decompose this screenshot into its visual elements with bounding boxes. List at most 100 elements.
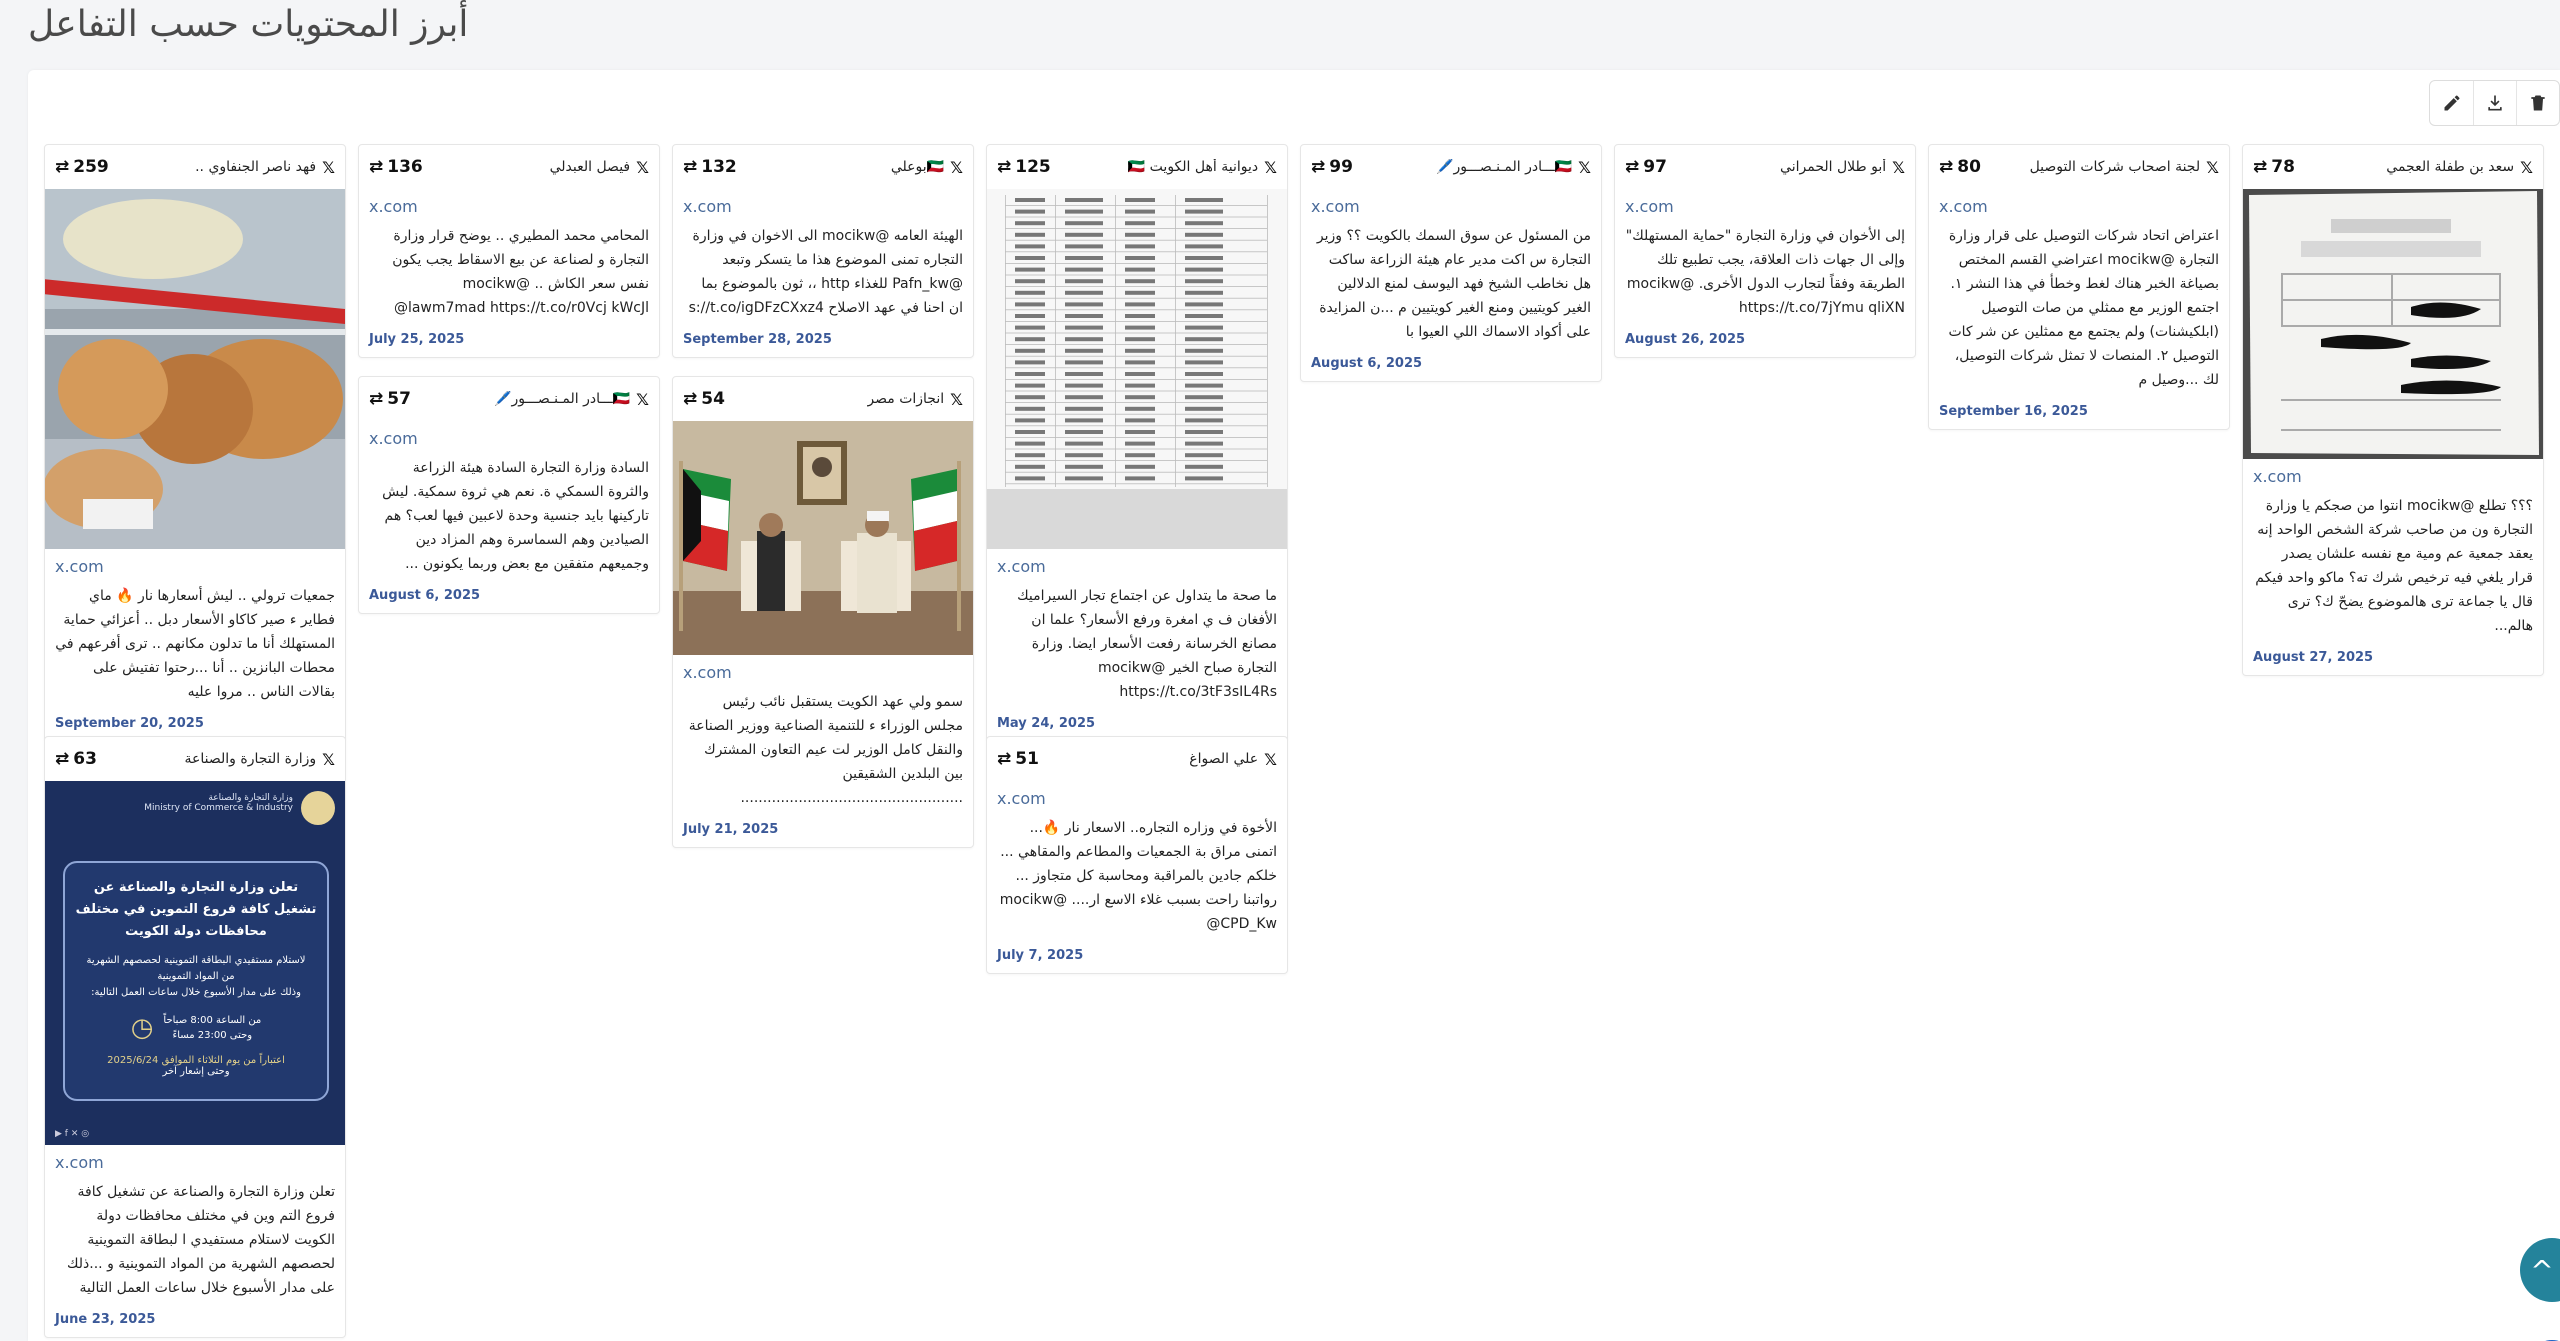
author-name[interactable]: وزارة التجارة والصناعة: [185, 751, 317, 767]
x-logo-icon: 𝕏: [636, 389, 649, 409]
retweet-count: 136: [387, 157, 423, 177]
author-name[interactable]: انجازات مصر: [867, 391, 944, 407]
x-logo-icon: 𝕏: [322, 157, 335, 177]
post-image-price-table[interactable]: [987, 189, 1287, 549]
content-panel: 𝕏 سعد بن طفلة العجمي ⇄ 78 x.com ؟؟؟ تطلع…: [28, 70, 2560, 1341]
post-image-document[interactable]: [2243, 189, 2543, 459]
post-card[interactable]: 𝕏 ديوانية أهل الكويت 🇰🇼 ⇄ 125 x.com ما صحة…: [986, 144, 1288, 742]
source-domain[interactable]: x.com: [1625, 197, 1905, 216]
source-domain[interactable]: x.com: [369, 429, 649, 448]
poster-header-en: Ministry of Commerce & Industry: [144, 803, 293, 813]
x-logo-icon: 𝕏: [322, 749, 335, 769]
author-name[interactable]: علي الصواغ: [1189, 751, 1258, 767]
retweet-icon: ⇄: [997, 749, 1012, 769]
clock-icon: ◷: [130, 1013, 154, 1043]
source-domain[interactable]: x.com: [683, 663, 963, 682]
source-domain[interactable]: x.com: [369, 197, 649, 216]
retweet-icon: ⇄: [369, 157, 384, 177]
post-image-ministry-poster[interactable]: وزارة التجارة والصناعة Ministry of Comme…: [45, 781, 345, 1145]
poster-date-end: وحتى إشعار آخر: [162, 1066, 230, 1077]
retweet-count: 125: [1015, 157, 1051, 177]
author-name[interactable]: أبو طلال الحمراني: [1780, 159, 1886, 175]
source-domain[interactable]: x.com: [2253, 467, 2533, 486]
panel-toolbar: [2429, 80, 2560, 126]
x-logo-icon: 𝕏: [2206, 157, 2219, 177]
post-date: September 16, 2025: [1939, 404, 2088, 419]
chevron-up-icon: ^: [2530, 1253, 2554, 1287]
scroll-to-top-button[interactable]: ^: [2520, 1238, 2560, 1302]
card-header: 𝕏 🇰🇼بوعلي ⇄ 132: [673, 145, 973, 189]
retweet-icon: ⇄: [683, 389, 698, 409]
poster-time-start: من الساعة 8:00 صباحاً: [163, 1015, 262, 1026]
x-logo-icon: 𝕏: [950, 389, 963, 409]
post-card[interactable]: 𝕏 علي الصواغ ⇄ 51 x.com الأخوة في وزاره ال…: [986, 736, 1288, 974]
edit-button[interactable]: [2430, 81, 2473, 125]
source-domain[interactable]: x.com: [997, 557, 1277, 576]
author-name[interactable]: سعد بن طفلة العجمي: [2386, 159, 2514, 175]
card-header: 𝕏 فيصل العبدلي ⇄ 136: [359, 145, 659, 189]
delete-button[interactable]: [2516, 81, 2559, 125]
post-card[interactable]: 𝕏 🇰🇼ـــادر المـنـصـــور🖊️ ⇄ 57 x.com الساد…: [358, 376, 660, 614]
author-name[interactable]: 🇰🇼ـــادر المـنـصـــور🖊️: [494, 391, 630, 407]
source-domain[interactable]: x.com: [1311, 197, 1591, 216]
author-name[interactable]: 🇰🇼بوعلي: [891, 159, 944, 175]
card-header: 𝕏 فهد ناصر الجنفاوي .. ⇄ 259: [45, 145, 345, 189]
post-card[interactable]: 𝕏 أبو طلال الحمراني ⇄ 97 x.com إلى الأخوان…: [1614, 144, 1916, 358]
post-card[interactable]: 𝕏 فيصل العبدلي ⇄ 136 x.com المحامي محمد ال…: [358, 144, 660, 358]
retweet-icon: ⇄: [55, 157, 70, 177]
source-domain[interactable]: x.com: [1939, 197, 2219, 216]
post-image-supermarket-shelf[interactable]: [45, 189, 345, 549]
author-name[interactable]: فيصل العبدلي: [550, 159, 631, 175]
source-domain[interactable]: x.com: [55, 1153, 335, 1172]
card-header: 𝕏 أبو طلال الحمراني ⇄ 97: [1615, 145, 1915, 189]
author-name[interactable]: لجنة اصحاب شركات التوصيل: [2030, 159, 2201, 175]
retweet-count: 132: [701, 157, 737, 177]
kuwait-emblem-icon: [301, 791, 335, 825]
retweet-count: 51: [1015, 749, 1039, 769]
author-name[interactable]: 🇰🇼ـــادر المـنـصـــور🖊️: [1436, 159, 1572, 175]
author-name[interactable]: فهد ناصر الجنفاوي ..: [195, 159, 316, 175]
post-card[interactable]: 𝕏 فهد ناصر الجنفاوي .. ⇄ 259 x.com جمعيات …: [44, 144, 346, 742]
retweet-count: 57: [387, 389, 411, 409]
retweet-icon: ⇄: [55, 749, 70, 769]
poster-sub2: من المواد التموينية: [157, 971, 235, 982]
post-card[interactable]: 𝕏 لجنة اصحاب شركات التوصيل ⇄ 80 x.com اعتر…: [1928, 144, 2230, 430]
post-text: السادة وزارة التجارة السادة هيئة الزراعة…: [382, 460, 649, 572]
retweet-icon: ⇄: [369, 389, 384, 409]
post-card[interactable]: 𝕏 وزارة التجارة والصناعة ⇄ 63 وزارة التجار…: [44, 736, 346, 1338]
post-text: ؟؟؟ تطلع @mocikw انتوا من صجكم يا وزارة …: [2255, 498, 2533, 634]
poster-sub3: وذلك على مدار الأسبوع خلال ساعات العمل ا…: [91, 987, 301, 998]
author-name[interactable]: ديوانية أهل الكويت 🇰🇼: [1128, 159, 1258, 175]
pencil-icon: [2444, 95, 2460, 111]
retweet-count: 99: [1329, 157, 1353, 177]
post-date: September 20, 2025: [55, 716, 204, 731]
post-text: من المسئول عن سوق السمك بالكويت ؟؟ وزير …: [1316, 228, 1591, 340]
post-image-meeting[interactable]: [673, 421, 973, 655]
post-date: September 28, 2025: [683, 332, 832, 347]
card-header: 𝕏 🇰🇼ـــادر المـنـصـــور🖊️ ⇄ 57: [359, 377, 659, 421]
post-card[interactable]: 𝕏 انجازات مصر ⇄ 54 x.com سمو ولي عهد الك…: [672, 376, 974, 848]
retweet-count: 80: [1957, 157, 1981, 177]
source-domain[interactable]: x.com: [997, 789, 1277, 808]
card-header: 𝕏 وزارة التجارة والصناعة ⇄ 63: [45, 737, 345, 781]
x-logo-icon: 𝕏: [636, 157, 649, 177]
poster-headline: تعلن وزارة التجارة والصناعة عن تشغيل كاف…: [75, 880, 317, 939]
retweet-icon: ⇄: [1311, 157, 1326, 177]
retweet-icon: ⇄: [997, 157, 1012, 177]
x-logo-icon: 𝕏: [1264, 749, 1277, 769]
card-header: 𝕏 انجازات مصر ⇄ 54: [673, 377, 973, 421]
poster-frame: تعلن وزارة التجارة والصناعة عن تشغيل كاف…: [63, 861, 329, 1101]
retweet-icon: ⇄: [1939, 157, 1954, 177]
post-card[interactable]: 𝕏 🇰🇼بوعلي ⇄ 132 x.com الهيئة العامه @mocik…: [672, 144, 974, 358]
poster-time-end: وحتى 23:00 مساءً: [172, 1030, 253, 1041]
card-header: 𝕏 لجنة اصحاب شركات التوصيل ⇄ 80: [1929, 145, 2229, 189]
x-logo-icon: 𝕏: [1578, 157, 1591, 177]
source-domain[interactable]: x.com: [55, 557, 335, 576]
download-button[interactable]: [2473, 81, 2516, 125]
source-domain[interactable]: x.com: [683, 197, 963, 216]
post-card[interactable]: 𝕏 سعد بن طفلة العجمي ⇄ 78 x.com ؟؟؟ تطلع…: [2242, 144, 2544, 676]
social-icons: ◎ ✕ f ▶: [55, 1129, 90, 1139]
retweet-count: 259: [73, 157, 109, 177]
post-date: August 6, 2025: [369, 588, 481, 603]
post-card[interactable]: 𝕏 🇰🇼ـــادر المـنـصـــور🖊️ ⇄ 99 x.com من ال…: [1300, 144, 1602, 382]
